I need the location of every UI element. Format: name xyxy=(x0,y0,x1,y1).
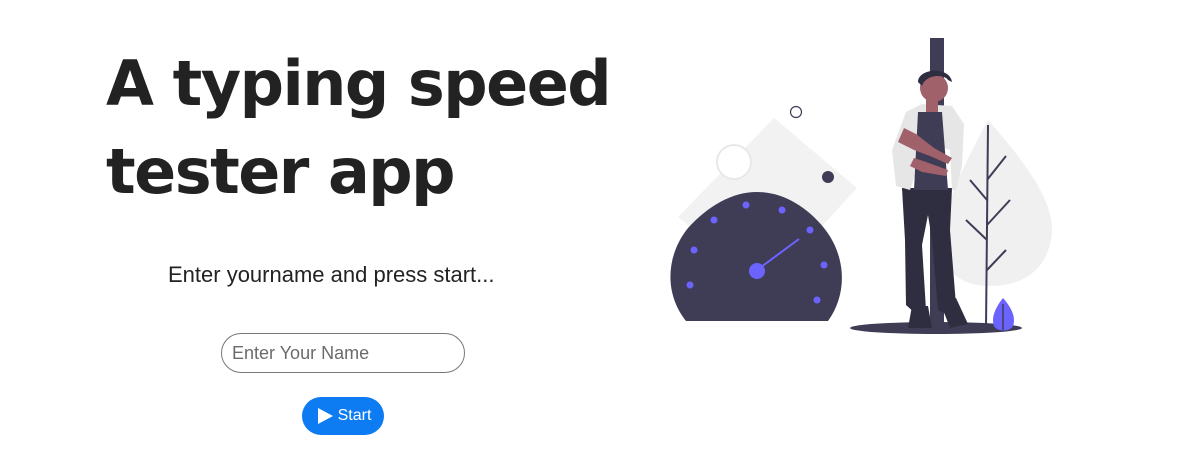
speedometer-hub xyxy=(749,263,765,279)
start-button[interactable]: Start xyxy=(302,397,384,435)
speedometer-person-illustration xyxy=(670,38,1053,334)
instruction-text: Enter yourname and press start... xyxy=(168,262,495,287)
page-title-line-2: tester app xyxy=(106,135,456,208)
hero-section: A typing speed tester app Enter yourname… xyxy=(0,0,640,472)
play-icon xyxy=(315,406,335,426)
dark-dot-decoration xyxy=(822,171,834,183)
start-button-label: Start xyxy=(337,407,372,424)
page-title: A typing speed tester app xyxy=(106,40,626,216)
small-ring-decoration xyxy=(789,105,803,119)
page-title-line-1: A typing speed xyxy=(106,47,612,120)
large-ring-decoration xyxy=(716,144,752,180)
name-input[interactable] xyxy=(221,333,465,373)
